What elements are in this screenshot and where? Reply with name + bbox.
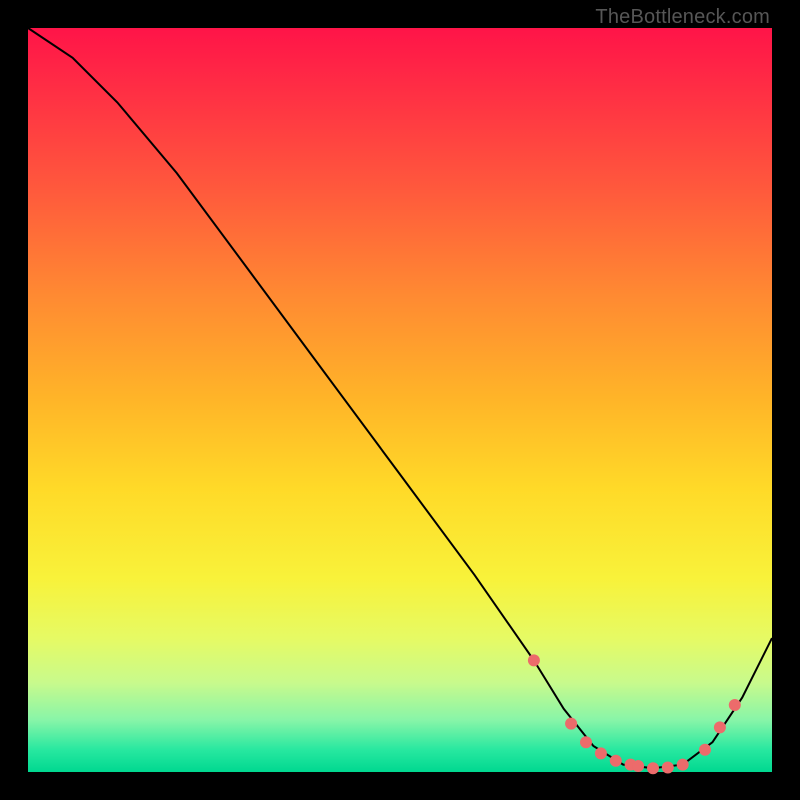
marker-dot [528, 654, 540, 666]
marker-dot [662, 762, 674, 774]
chart-svg [28, 28, 772, 772]
marker-dot [647, 762, 659, 774]
watermark-text: TheBottleneck.com [595, 6, 770, 29]
marker-dot [714, 721, 726, 733]
marker-dot [699, 744, 711, 756]
marker-group [528, 654, 741, 774]
marker-dot [595, 747, 607, 759]
marker-dot [677, 759, 689, 771]
marker-dot [632, 760, 644, 772]
marker-dot [580, 736, 592, 748]
chart-stage: TheBottleneck.com [0, 0, 800, 800]
marker-dot [729, 699, 741, 711]
bottleneck-curve [28, 28, 772, 768]
marker-dot [610, 755, 622, 767]
marker-dot [565, 718, 577, 730]
plot-area [28, 28, 772, 772]
